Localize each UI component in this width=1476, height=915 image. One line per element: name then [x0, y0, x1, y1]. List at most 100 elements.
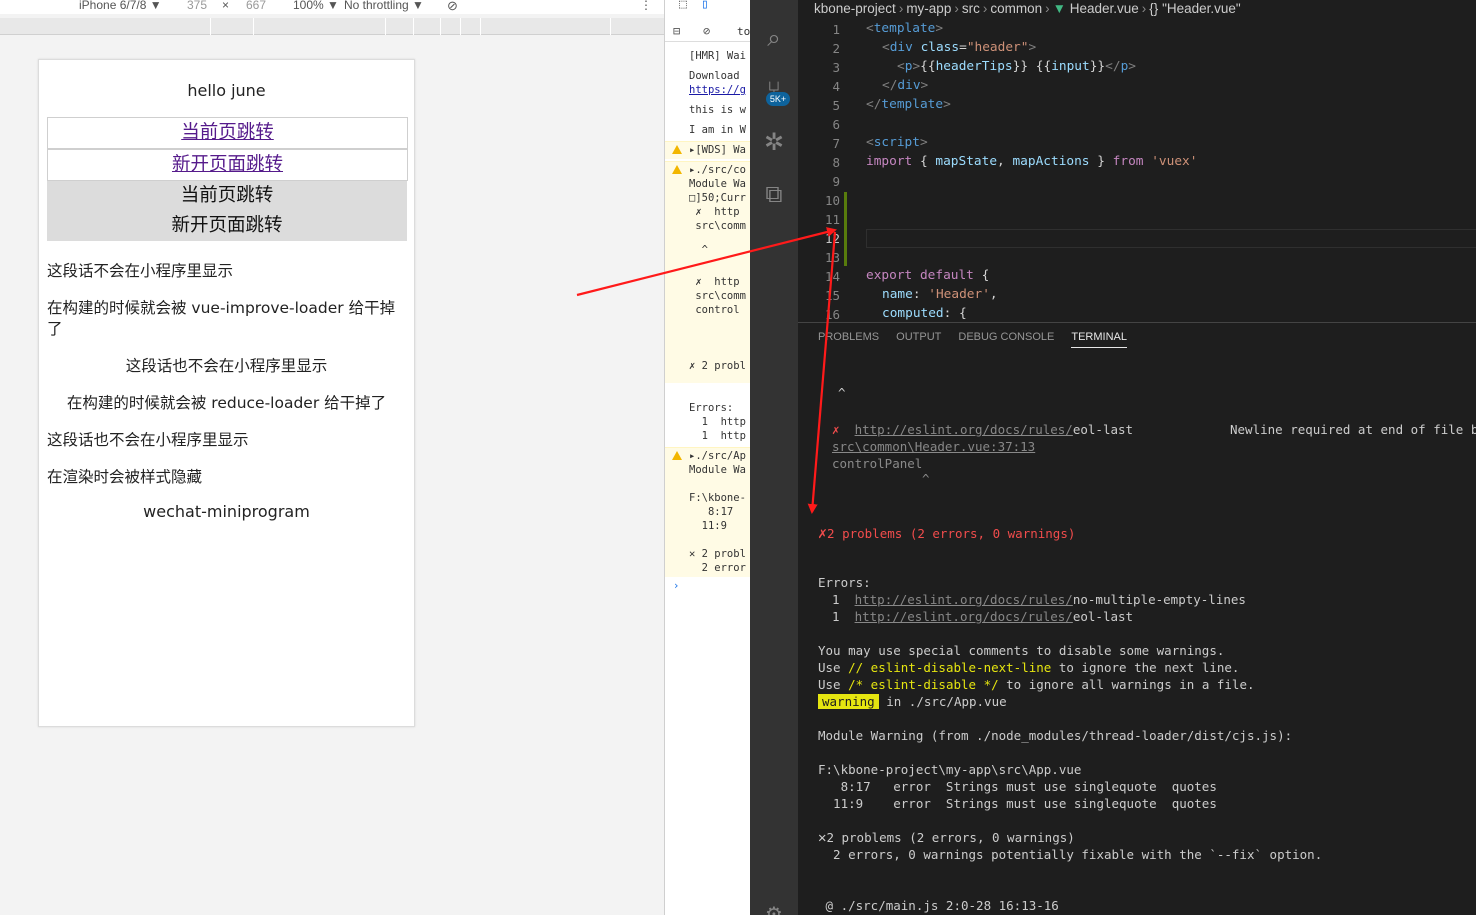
zoom-select[interactable]: 100% ▼ — [293, 0, 339, 12]
console-line: 2 error — [689, 562, 746, 574]
link-new-page[interactable]: 新开页面跳转 — [47, 149, 408, 181]
console-line[interactable]: ▸./src/Ap — [689, 450, 746, 462]
code-line-14: export default { — [866, 268, 990, 283]
line-number: 4 — [832, 79, 840, 94]
console-line: [HMR] Wai — [689, 50, 746, 62]
device-mode-icon[interactable]: ▯ — [701, 0, 709, 12]
inspect-icon[interactable]: ⬚ — [679, 0, 687, 12]
breadcrumb-item[interactable]: common — [990, 1, 1042, 16]
bottom-panel: PROBLEMS OUTPUT DEBUG CONSOLE TERMINAL ^ ✗ … — [798, 322, 1476, 915]
console-line: src\comm — [689, 220, 746, 232]
console-line: ✕ 2 probl — [689, 548, 746, 560]
debug-icon[interactable]: ✲ — [750, 118, 798, 166]
line-number: 9 — [832, 174, 840, 189]
breadcrumb-item[interactable]: src — [962, 1, 980, 16]
console-line: F:\kbone- — [689, 492, 746, 504]
context-select[interactable]: top — [737, 25, 750, 38]
terminal-summary-red: ✗2 problems (2 errors, 0 warnings) — [818, 524, 1076, 542]
more-vertical-icon[interactable]: ⋮ — [640, 0, 652, 12]
line-number: 2 — [832, 41, 840, 56]
scm-badge: 5K+ — [766, 92, 790, 106]
terminal-lint-error: 11:9 error Strings must use singlequote … — [818, 796, 1217, 811]
page-title: hello june — [187, 81, 266, 100]
height-input[interactable]: 667 — [246, 0, 266, 12]
source-control-icon[interactable]: ⑂ — [750, 66, 798, 114]
line-number: 7 — [832, 136, 840, 151]
code-line-8: import { mapState, mapActions } from 'vu… — [866, 154, 1198, 169]
console-line: ✗ http — [689, 206, 740, 218]
console-line[interactable]: ▸./src/co — [689, 164, 746, 176]
tab-debug-console[interactable]: DEBUG CONSOLE — [958, 331, 1054, 347]
line-number: 8 — [832, 155, 840, 170]
terminal-lint-error: 8:17 error Strings must use singlequote … — [818, 779, 1217, 794]
paragraph-2: 在构建的时候就会被 vue-improve-loader 给干掉 — [47, 299, 396, 317]
code-line-4: </div> — [882, 78, 929, 93]
breadcrumb-item[interactable]: kbone-project — [814, 1, 896, 16]
git-added-gutter — [844, 192, 847, 266]
terminal-context: controlPanel — [832, 456, 923, 471]
line-number: 16 — [824, 307, 840, 322]
throttling-select[interactable]: No throttling ▼ — [344, 0, 424, 12]
terminal-module-warning: Module Warning (from ./node_modules/thre… — [818, 728, 1293, 743]
breadcrumb-item[interactable]: Header.vue — [1070, 1, 1139, 16]
code-line-16: computed: { — [882, 306, 967, 321]
tab-terminal[interactable]: TERMINAL — [1071, 331, 1127, 348]
terminal-error-row: 1 http://eslint.org/docs/rules/no-multip… — [832, 592, 1246, 607]
paragraph-2-wrap: 了 — [47, 320, 63, 338]
line-number: 15 — [824, 288, 840, 303]
code-editor[interactable]: kbone-project › my-app › src › common › ▼ Header… — [798, 0, 1476, 322]
console-line: 11:9 — [689, 520, 727, 532]
search-icon[interactable]: ⌕ — [750, 14, 798, 62]
terminal-file-link[interactable]: src\common\Header.vue:37:13 — [832, 439, 1035, 454]
terminal-hint: Use /* eslint-disable */ to ignore all w… — [818, 677, 1255, 692]
tab-output[interactable]: OUTPUT — [896, 331, 941, 347]
paragraph-1: 这段话不会在小程序里显示 — [47, 262, 234, 280]
panel-tabs: PROBLEMS OUTPUT DEBUG CONSOLE TERMINAL — [818, 331, 1144, 348]
terminal-hint: Use // eslint-disable-next-line to ignor… — [818, 660, 1240, 675]
terminal-fixable: 2 errors, 0 warnings potentially fixable… — [818, 847, 1323, 862]
paragraph-7: wechat-miniprogram — [143, 502, 310, 521]
button-new-page[interactable]: 新开页面跳转 — [47, 211, 407, 241]
dimension-separator: × — [222, 0, 230, 12]
line-number: 11 — [824, 212, 840, 227]
terminal-path: F:\kbone-project\my-app\src\App.vue — [818, 762, 1082, 777]
current-line-highlight — [866, 229, 1476, 248]
terminal-caret: ^ — [838, 385, 846, 400]
gear-icon[interactable]: ⚙ — [750, 890, 798, 915]
sidebar-toggle-icon[interactable]: ⊟ — [673, 24, 680, 38]
paragraph-3: 这段话也不会在小程序里显示 — [125, 357, 328, 375]
device-select[interactable]: iPhone 6/7/8 ▼ — [79, 0, 162, 12]
line-number: 1 — [832, 22, 840, 37]
line-number: 12 — [824, 231, 840, 246]
button-current-page[interactable]: 当前页跳转 — [47, 181, 407, 211]
console-line[interactable]: ▸[WDS] Wa — [689, 144, 746, 156]
extensions-icon[interactable]: ⧉ — [750, 170, 798, 218]
rotate-icon[interactable]: ⊘ — [447, 0, 458, 14]
console-line: ^ — [689, 244, 708, 256]
line-number: 10 — [824, 193, 840, 208]
breadcrumb-item[interactable]: {} "Header.vue" — [1149, 1, 1240, 16]
console-link[interactable]: https://g — [689, 84, 746, 96]
clear-console-icon[interactable]: ⊘ — [703, 24, 710, 38]
warning-icon — [672, 165, 682, 174]
media-query-ruler[interactable] — [0, 18, 664, 35]
link-current-page[interactable]: 当前页跳转 — [47, 117, 408, 149]
console-line: ✗ 2 probl — [689, 360, 746, 372]
console-prompt[interactable]: › — [673, 580, 679, 592]
terminal-caret: ^ — [922, 471, 930, 486]
line-number: 14 — [824, 269, 840, 284]
tab-problems[interactable]: PROBLEMS — [818, 331, 879, 347]
breadcrumb-item[interactable]: my-app — [906, 1, 951, 16]
paragraph-6: 在渲染时会被样式隐藏 — [47, 468, 203, 486]
terminal-error-line: ✗ http://eslint.org/docs/rules/eol-last — [832, 422, 1134, 437]
line-number: 3 — [832, 60, 840, 75]
paragraph-4: 在构建的时候就会被 reduce-loader 给干掉了 — [66, 394, 387, 412]
width-input[interactable]: 375 — [187, 0, 207, 12]
activity-bar: ⌕ ⑂ ✲ ⧉ ⚙ — [750, 0, 798, 915]
warning-icon — [672, 145, 682, 154]
console-line: control — [689, 304, 740, 316]
code-line-5: </template> — [866, 97, 951, 112]
code-line-15: name: 'Header', — [882, 287, 998, 302]
terminal-main-entry: @ ./src/main.js 2:0-28 16:13-16 — [818, 898, 1059, 913]
phone-viewport: hello june 当前页跳转 新开页面跳转 当前页跳转 新开页面跳转 这段话… — [38, 59, 415, 727]
